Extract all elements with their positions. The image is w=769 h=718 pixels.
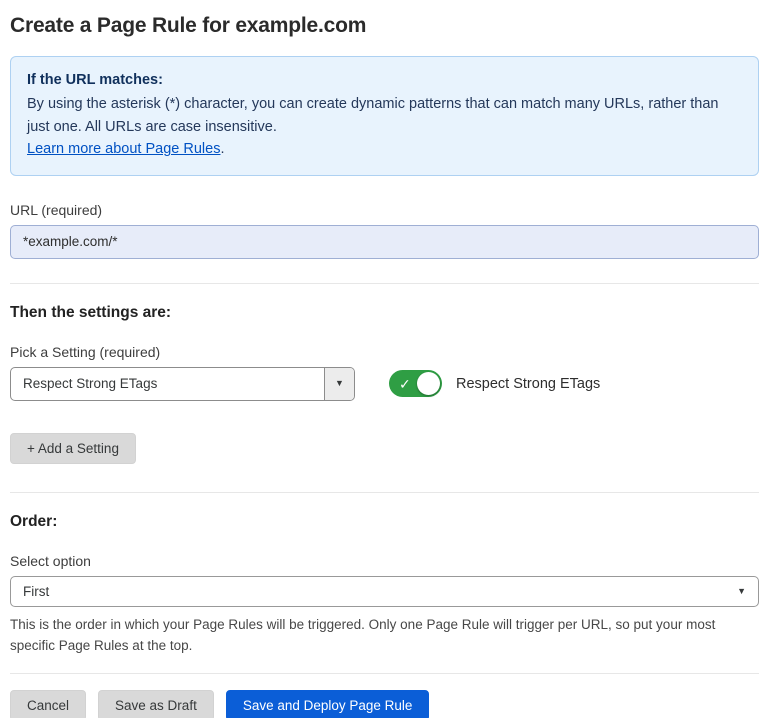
save-deploy-button[interactable]: Save and Deploy Page Rule xyxy=(226,690,430,718)
chevron-down-icon: ▼ xyxy=(335,379,344,388)
url-match-info-box: If the URL matches: By using the asteris… xyxy=(10,56,759,176)
divider xyxy=(10,283,759,284)
order-select-value: First xyxy=(23,584,49,599)
url-label: URL (required) xyxy=(10,202,759,218)
etags-toggle-label: Respect Strong ETags xyxy=(456,376,600,392)
page-title: Create a Page Rule for example.com xyxy=(10,14,759,38)
order-help-text: This is the order in which your Page Rul… xyxy=(10,614,755,657)
url-input[interactable] xyxy=(10,225,759,259)
etags-toggle-group: ✓ Respect Strong ETags xyxy=(389,370,600,397)
settings-section-heading: Then the settings are: xyxy=(10,304,759,322)
save-draft-button[interactable]: Save as Draft xyxy=(98,690,214,718)
order-section-heading: Order: xyxy=(10,513,759,531)
page-rule-form: Create a Page Rule for example.com If th… xyxy=(0,0,769,718)
divider xyxy=(10,673,759,674)
link-suffix: . xyxy=(220,141,224,157)
setting-select-value: Respect Strong ETags xyxy=(11,368,324,400)
info-box-body: By using the asterisk (*) character, you… xyxy=(27,93,727,138)
toggle-knob xyxy=(417,372,440,395)
pick-setting-label: Pick a Setting (required) xyxy=(10,344,759,360)
order-label: Select option xyxy=(10,553,759,569)
setting-row: Respect Strong ETags ▼ ✓ Respect Strong … xyxy=(10,367,759,401)
order-select[interactable]: First ▼ xyxy=(10,576,759,607)
learn-more-link[interactable]: Learn more about Page Rules xyxy=(27,141,220,157)
etags-toggle[interactable]: ✓ xyxy=(389,370,442,397)
info-box-link-line: Learn more about Page Rules. xyxy=(27,138,742,160)
cancel-button[interactable]: Cancel xyxy=(10,690,86,718)
check-icon: ✓ xyxy=(399,377,411,391)
divider xyxy=(10,492,759,493)
footer-actions: Cancel Save as Draft Save and Deploy Pag… xyxy=(10,690,759,718)
info-box-heading: If the URL matches: xyxy=(27,69,742,91)
setting-select[interactable]: Respect Strong ETags ▼ xyxy=(10,367,355,401)
add-setting-button[interactable]: + Add a Setting xyxy=(10,433,136,464)
chevron-down-icon: ▼ xyxy=(737,587,746,596)
setting-select-arrow-button[interactable]: ▼ xyxy=(324,368,354,400)
